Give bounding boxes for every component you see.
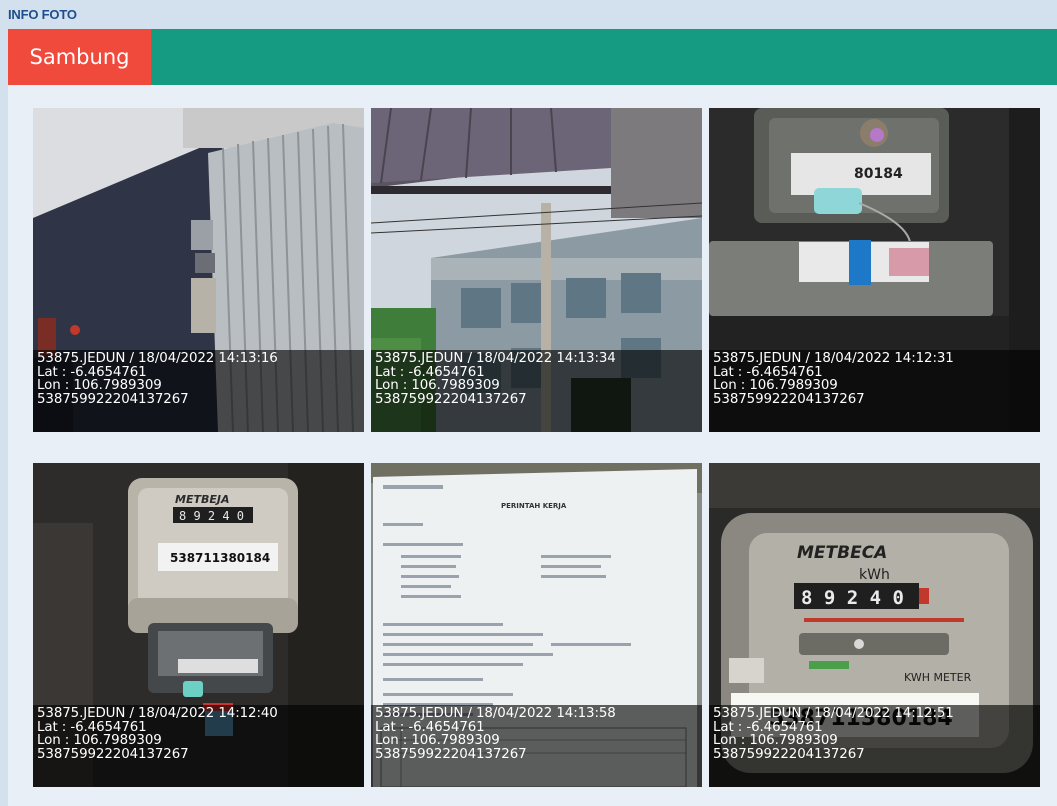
- photo-card[interactable]: PERINTAH KERJA 53875.JEDUN / 18/04/2022 …: [371, 463, 702, 787]
- caption-lat: Lat : -6.4654761: [375, 364, 485, 380]
- meter-number-label: 538711380184: [170, 551, 270, 565]
- tab-bar: Sambung: [8, 29, 1057, 85]
- caption-lon: Lon : 106.7989309: [375, 733, 500, 749]
- photo-card[interactable]: METBEJA 8 9 2 4 0 538711380184 53875.JED…: [33, 463, 364, 787]
- caption-stamp: 53875.JEDUN / 18/04/2022 14:12:31: [713, 351, 954, 366]
- meter-reading: 8 9 2 4 0: [179, 509, 244, 523]
- caption-lat: Lat : -6.4654761: [713, 719, 823, 735]
- photo-caption: 53875.JEDUN / 18/04/2022 14:12:51 Lat : …: [709, 705, 1040, 787]
- caption-lon: Lon : 106.7989309: [37, 378, 162, 394]
- photo-caption: 53875.JEDUN / 18/04/2022 14:12:40 Lat : …: [33, 705, 364, 787]
- kwh-meter-label: KWH METER: [904, 671, 972, 684]
- caption-stamp: 53875.JEDUN / 18/04/2022 14:13:16: [37, 351, 278, 366]
- meter-unit: kWh: [859, 567, 890, 583]
- seal-number: 80184: [854, 166, 903, 182]
- caption-lon: Lon : 106.7989309: [713, 733, 838, 749]
- caption-lon: Lon : 106.7989309: [37, 733, 162, 749]
- photo-caption: 53875.JEDUN / 18/04/2022 14:13:34 Lat : …: [371, 350, 702, 432]
- caption-lon: Lon : 106.7989309: [713, 378, 838, 394]
- caption-id: 538759922204137267: [37, 746, 189, 762]
- photo-caption: 53875.JEDUN / 18/04/2022 14:12:31 Lat : …: [709, 350, 1040, 432]
- caption-lon: Lon : 106.7989309: [375, 378, 500, 394]
- meter-brand: METBEJA: [175, 493, 229, 506]
- caption-stamp: 53875.JEDUN / 18/04/2022 14:13:58: [375, 706, 616, 721]
- photo-caption: 53875.JEDUN / 18/04/2022 14:13:16 Lat : …: [33, 350, 364, 432]
- doc-title: PERINTAH KERJA: [501, 502, 567, 510]
- caption-lat: Lat : -6.4654761: [37, 364, 147, 380]
- app-root: INFO FOTO Sambung 53875.JEDUN / 18/04/20…: [0, 0, 1057, 806]
- caption-id: 538759922204137267: [713, 746, 865, 762]
- caption-id: 538759922204137267: [713, 391, 865, 407]
- photo-gallery: 53875.JEDUN / 18/04/2022 14:13:16 Lat : …: [8, 85, 1057, 806]
- photo-card[interactable]: METBECA kWh 8 9 2 4 0 KWH METER 53871138…: [709, 463, 1040, 787]
- photo-card[interactable]: 53875.JEDUN / 18/04/2022 14:13:16 Lat : …: [33, 108, 364, 432]
- photo-card[interactable]: 80184 53875.JEDUN / 18/04/2022 14:12:31 …: [709, 108, 1040, 432]
- caption-lat: Lat : -6.4654761: [37, 719, 147, 735]
- caption-lat: Lat : -6.4654761: [375, 719, 485, 735]
- caption-stamp: 53875.JEDUN / 18/04/2022 14:12:51: [713, 706, 954, 721]
- meter-brand: METBECA: [797, 543, 887, 563]
- caption-stamp: 53875.JEDUN / 18/04/2022 14:12:40: [37, 706, 278, 721]
- meter-reading: 8 9 2 4 0: [801, 587, 904, 609]
- photo-caption: 53875.JEDUN / 18/04/2022 14:13:58 Lat : …: [371, 705, 702, 787]
- caption-lat: Lat : -6.4654761: [713, 364, 823, 380]
- photo-card[interactable]: 53875.JEDUN / 18/04/2022 14:13:34 Lat : …: [371, 108, 702, 432]
- caption-stamp: 53875.JEDUN / 18/04/2022 14:13:34: [375, 351, 616, 366]
- caption-id: 538759922204137267: [375, 391, 527, 407]
- caption-id: 538759922204137267: [375, 746, 527, 762]
- tab-sambung[interactable]: Sambung: [8, 29, 151, 85]
- section-title: INFO FOTO: [8, 7, 77, 22]
- caption-id: 538759922204137267: [37, 391, 189, 407]
